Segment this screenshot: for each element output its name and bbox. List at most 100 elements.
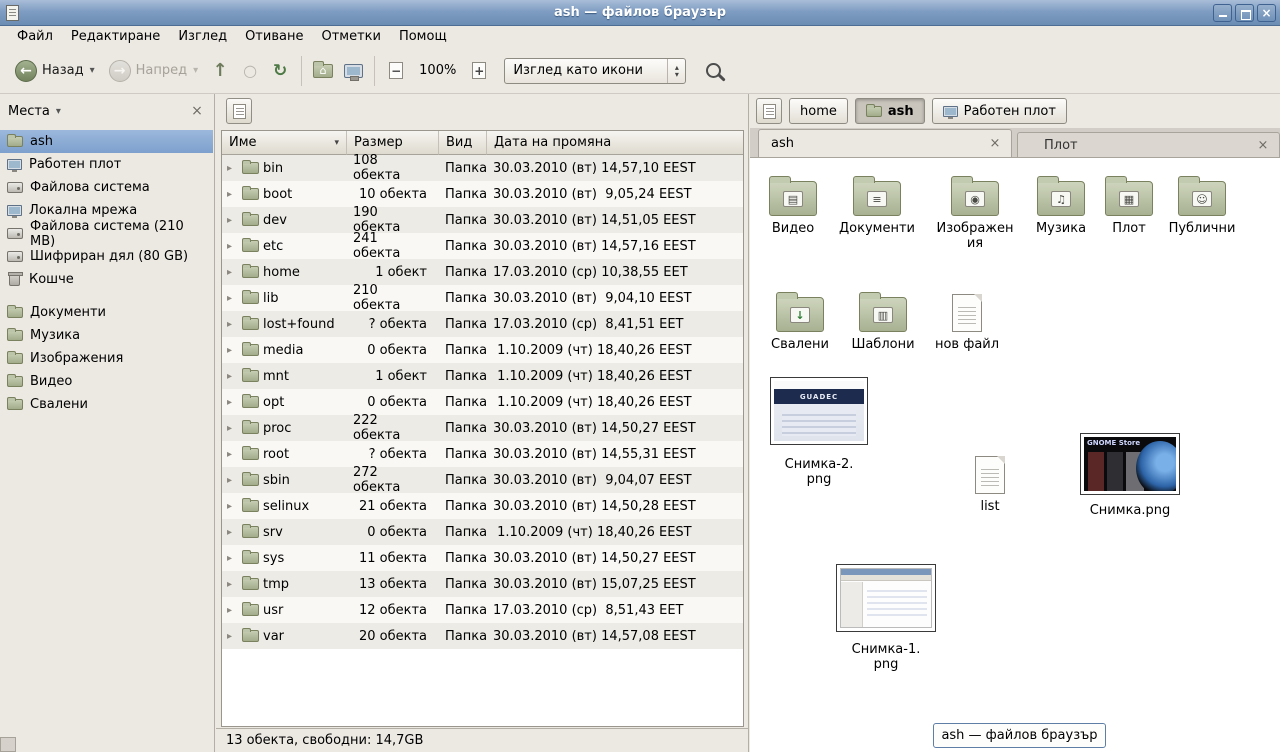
folder-item-downloads[interactable]: ↓ Свалени bbox=[758, 286, 842, 352]
expander-icon[interactable]: ▸ bbox=[227, 215, 238, 226]
spinner-icon[interactable]: ▴ ▾ bbox=[667, 59, 685, 83]
sidebar-item-ash[interactable]: ash bbox=[0, 130, 213, 153]
folder-item-public[interactable]: ☺ Публични bbox=[1160, 170, 1244, 236]
table-row[interactable]: ▸ lost+found ? обекта Папка 17.03.2010 (… bbox=[222, 311, 743, 337]
menu-bookmarks[interactable]: Отметки bbox=[312, 26, 389, 48]
table-row[interactable]: ▸ sbin 272 обекта Папка 30.03.2010 (вт) … bbox=[222, 467, 743, 493]
expander-icon[interactable]: ▸ bbox=[227, 475, 238, 486]
maximize-button[interactable] bbox=[1235, 4, 1254, 22]
tab-desktop[interactable]: Плот × bbox=[1017, 132, 1280, 157]
file-item-new-file[interactable]: нов файл bbox=[925, 286, 1009, 352]
search-button[interactable] bbox=[696, 55, 730, 87]
path-button-home[interactable]: home bbox=[789, 98, 848, 124]
expander-icon[interactable]: ▸ bbox=[227, 527, 238, 538]
titlebar[interactable]: ash — файлов браузър × bbox=[0, 0, 1280, 26]
close-button[interactable]: × bbox=[1257, 4, 1276, 22]
sidebar-item-filesystem[interactable]: Файлова система bbox=[0, 176, 213, 199]
expander-icon[interactable]: ▸ bbox=[227, 553, 238, 564]
reload-button[interactable]: ↻ bbox=[265, 56, 295, 86]
table-row[interactable]: ▸ root ? обекта Папка 30.03.2010 (вт) 14… bbox=[222, 441, 743, 467]
table-row[interactable]: ▸ home 1 обект Папка 17.03.2010 (ср) 10,… bbox=[222, 259, 743, 285]
sidebar-item-desktop[interactable]: Работен плот bbox=[0, 153, 213, 176]
column-header-date[interactable]: Дата на промяна bbox=[487, 131, 743, 155]
path-button-ash[interactable]: ash bbox=[855, 98, 925, 124]
column-header-type[interactable]: Вид bbox=[439, 131, 487, 155]
table-row[interactable]: ▸ etc 241 обекта Папка 30.03.2010 (вт) 1… bbox=[222, 233, 743, 259]
expander-icon[interactable]: ▸ bbox=[227, 319, 238, 330]
sidebar-close-button[interactable]: × bbox=[188, 103, 206, 119]
location-bar-toggle-button[interactable] bbox=[226, 98, 252, 124]
path-button-desktop[interactable]: Работен плот bbox=[932, 98, 1067, 124]
table-row[interactable]: ▸ srv 0 обекта Папка 1.10.2009 (чт) 18,4… bbox=[222, 519, 743, 545]
zoom-out-button[interactable]: − bbox=[381, 56, 411, 86]
image-item-snimka2[interactable]: GUADEC Снимка-2.png bbox=[766, 377, 872, 487]
file-item-list[interactable]: list bbox=[960, 448, 1020, 514]
menu-file[interactable]: Файл bbox=[8, 26, 62, 48]
tab-ash[interactable]: ash × bbox=[758, 129, 1012, 157]
expander-icon[interactable]: ▸ bbox=[227, 605, 238, 616]
back-dropdown-icon[interactable]: ▾ bbox=[90, 65, 95, 76]
expander-icon[interactable]: ▸ bbox=[227, 397, 238, 408]
home-button[interactable]: ⌂ bbox=[308, 56, 338, 86]
menu-edit[interactable]: Редактиране bbox=[62, 26, 169, 48]
table-row[interactable]: ▸ var 20 обекта Папка 30.03.2010 (вт) 14… bbox=[222, 623, 743, 649]
sidebar-item-volume-210mb[interactable]: Файлова система (210 MB) bbox=[0, 222, 213, 245]
sidebar-item-trash[interactable]: Кошче bbox=[0, 268, 213, 291]
table-row[interactable]: ▸ proc 222 обекта Папка 30.03.2010 (вт) … bbox=[222, 415, 743, 441]
table-row[interactable]: ▸ dev 190 обекта Папка 30.03.2010 (вт) 1… bbox=[222, 207, 743, 233]
expander-icon[interactable]: ▸ bbox=[227, 579, 238, 590]
image-item-snimka[interactable]: GNOME Store Снимка.png bbox=[1076, 433, 1184, 518]
forward-button[interactable]: → Напред ▾ bbox=[102, 56, 206, 86]
menu-go[interactable]: Отиване bbox=[236, 26, 312, 48]
view-mode-select[interactable]: Изглед като икони ▴ ▾ bbox=[504, 58, 686, 84]
expander-icon[interactable]: ▸ bbox=[227, 501, 238, 512]
table-row[interactable]: ▸ tmp 13 обекта Папка 30.03.2010 (вт) 15… bbox=[222, 571, 743, 597]
folder-item-templates[interactable]: ▥ Шаблони bbox=[841, 286, 925, 352]
table-row[interactable]: ▸ mnt 1 обект Папка 1.10.2009 (чт) 18,40… bbox=[222, 363, 743, 389]
column-header-size[interactable]: Размер bbox=[347, 131, 439, 155]
expander-icon[interactable]: ▸ bbox=[227, 189, 238, 200]
folder-item-desktop[interactable]: ▦ Плот bbox=[1087, 170, 1171, 236]
expander-icon[interactable]: ▸ bbox=[227, 631, 238, 642]
back-button[interactable]: ← Назад ▾ bbox=[8, 56, 102, 86]
places-selector[interactable]: Места ▾ bbox=[8, 104, 61, 119]
table-row[interactable]: ▸ boot 10 обекта Папка 30.03.2010 (вт) 9… bbox=[222, 181, 743, 207]
expander-icon[interactable]: ▸ bbox=[227, 163, 238, 174]
up-button[interactable]: ↑ bbox=[205, 56, 235, 86]
computer-button[interactable] bbox=[338, 56, 368, 86]
sidebar-item-pictures[interactable]: Изображения bbox=[0, 347, 213, 370]
image-item-snimka1[interactable]: Снимка-1.png bbox=[832, 564, 940, 672]
expander-icon[interactable]: ▸ bbox=[227, 423, 238, 434]
sidebar-item-music[interactable]: Музика bbox=[0, 324, 213, 347]
minimize-button[interactable] bbox=[1213, 4, 1232, 22]
table-row[interactable]: ▸ opt 0 обекта Папка 1.10.2009 (чт) 18,4… bbox=[222, 389, 743, 415]
expander-icon[interactable]: ▸ bbox=[227, 241, 238, 252]
zoom-in-button[interactable]: + bbox=[464, 56, 494, 86]
column-header-name[interactable]: Име ▾ bbox=[222, 131, 347, 155]
table-row[interactable]: ▸ sys 11 обекта Папка 30.03.2010 (вт) 14… bbox=[222, 545, 743, 571]
table-row[interactable]: ▸ usr 12 обекта Папка 17.03.2010 (ср) 8,… bbox=[222, 597, 743, 623]
table-row[interactable]: ▸ media 0 обекта Папка 1.10.2009 (чт) 18… bbox=[222, 337, 743, 363]
folder-item-pictures[interactable]: ◉ Изображения bbox=[934, 170, 1016, 251]
menu-help[interactable]: Помощ bbox=[390, 26, 456, 48]
menu-view[interactable]: Изглед bbox=[169, 26, 236, 48]
table-row[interactable]: ▸ bin 108 обекта Папка 30.03.2010 (вт) 1… bbox=[222, 155, 743, 181]
expander-icon[interactable]: ▸ bbox=[227, 371, 238, 382]
table-row[interactable]: ▸ lib 210 обекта Папка 30.03.2010 (вт) 9… bbox=[222, 285, 743, 311]
folder-item-documents[interactable]: ≡ Документи bbox=[835, 170, 919, 236]
expander-icon[interactable]: ▸ bbox=[227, 449, 238, 460]
expander-icon[interactable]: ▸ bbox=[227, 267, 238, 278]
location-bar-toggle-button[interactable] bbox=[756, 98, 782, 124]
tab-close-icon[interactable]: × bbox=[1255, 137, 1271, 153]
sidebar-item-video[interactable]: Видео bbox=[0, 370, 213, 393]
sidebar-item-encrypted-80gb[interactable]: Шифриран дял (80 GB) bbox=[0, 245, 213, 268]
tab-close-icon[interactable]: × bbox=[987, 136, 1003, 152]
expander-icon[interactable]: ▸ bbox=[227, 293, 238, 304]
expander-icon[interactable]: ▸ bbox=[227, 345, 238, 356]
icon-view[interactable]: ▤ Видео ≡ Документи ◉ Изображения ♫ Музи… bbox=[750, 158, 1280, 752]
taskbar-window-button[interactable]: ash — файлов браузър bbox=[933, 723, 1106, 748]
sidebar-item-documents[interactable]: Документи bbox=[0, 301, 213, 324]
sidebar-item-downloads[interactable]: Свалени bbox=[0, 393, 213, 416]
folder-item-video[interactable]: ▤ Видео bbox=[751, 170, 835, 236]
table-row[interactable]: ▸ selinux 21 обекта Папка 30.03.2010 (вт… bbox=[222, 493, 743, 519]
